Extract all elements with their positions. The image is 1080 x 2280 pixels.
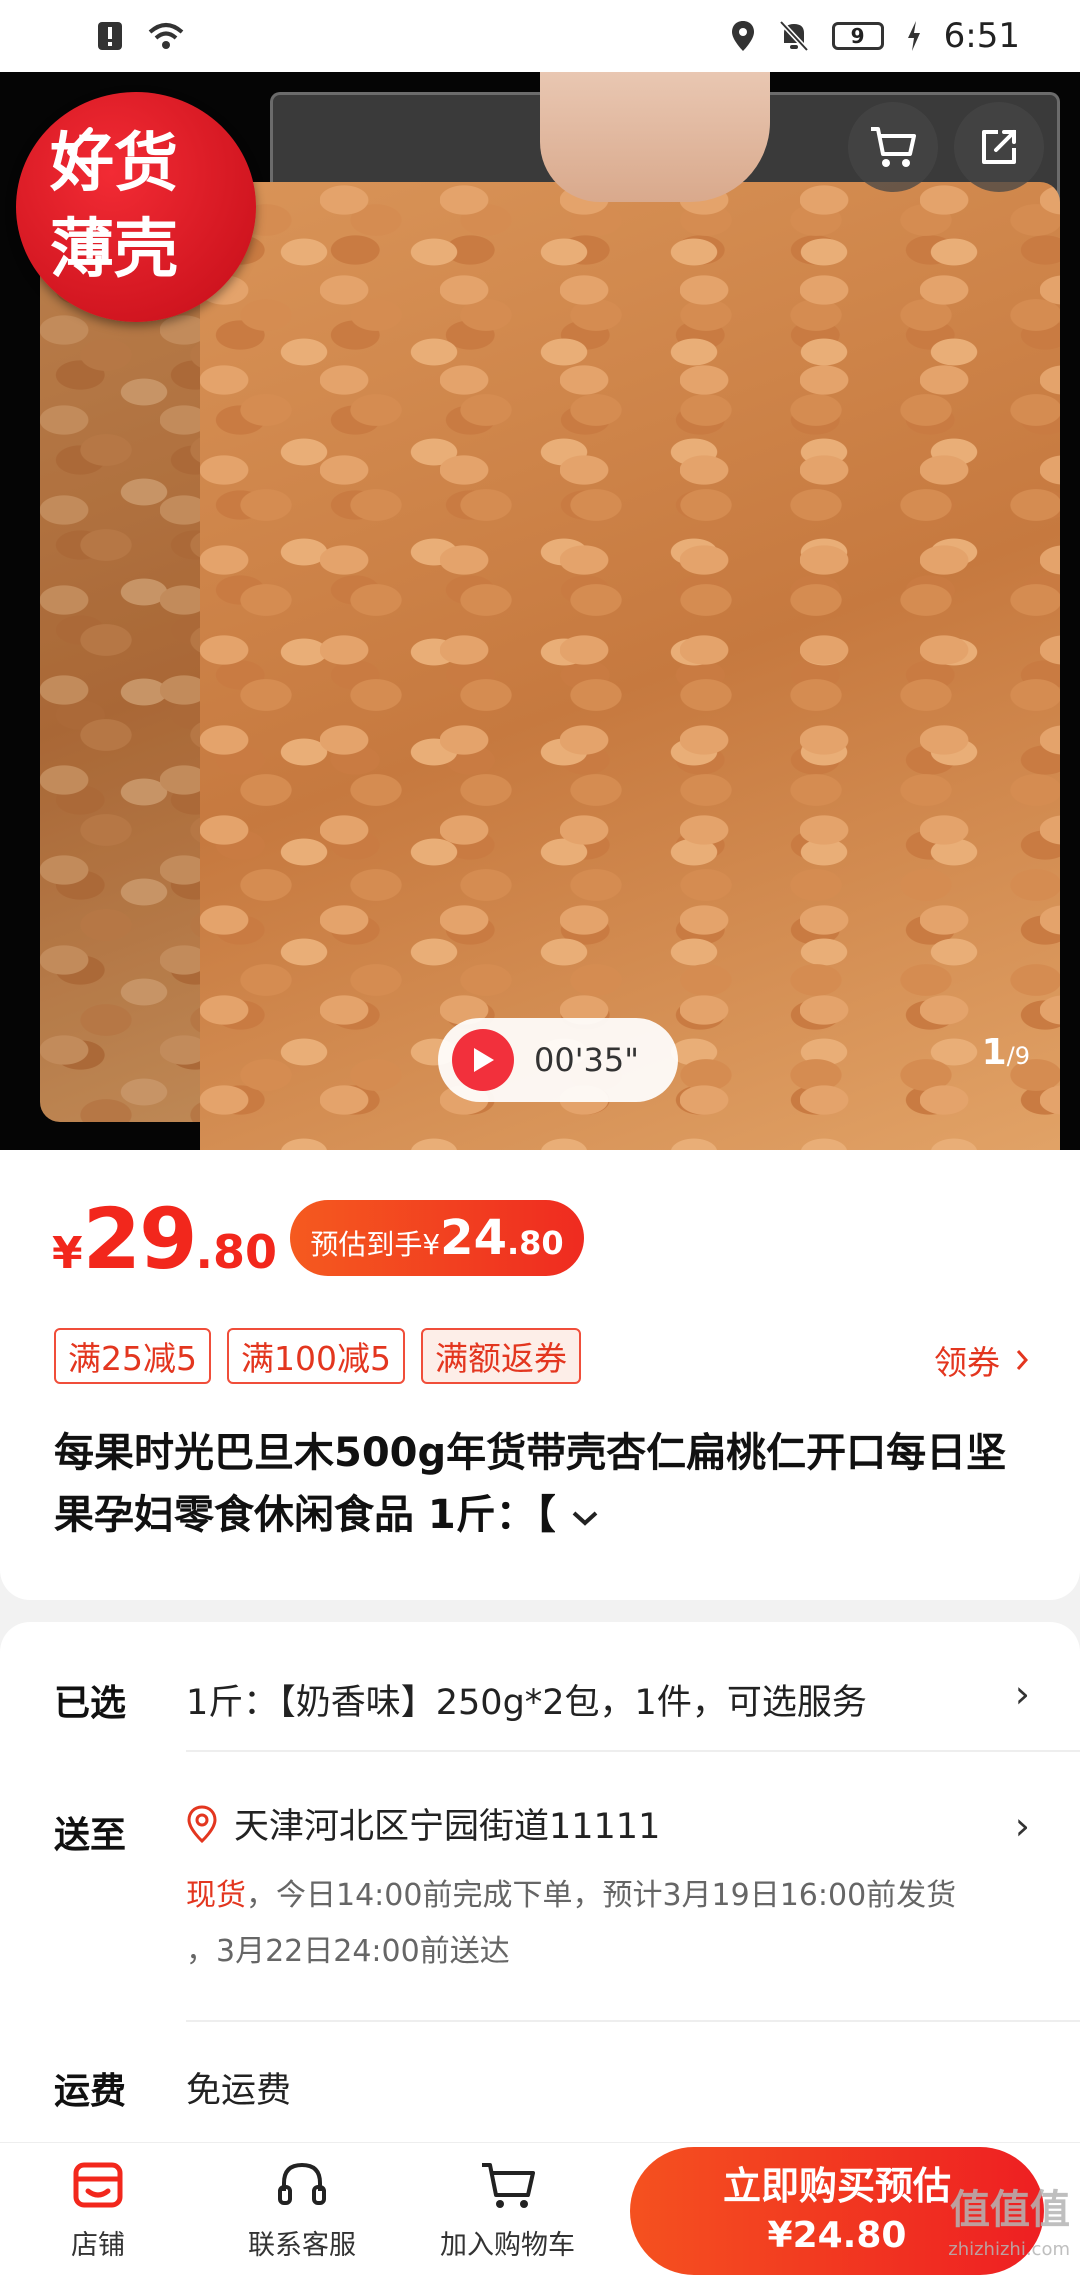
chevron-right-icon: › [1014, 1804, 1030, 1848]
freight-value: 免运费 [186, 2071, 292, 2111]
status-right: 9 6:51 [730, 16, 1020, 56]
stock-status: 现货 [186, 1878, 246, 1913]
watermark-sub: zhizhizhi.com [948, 2239, 1070, 2260]
coupon-tag[interactable]: 满25减5 [54, 1328, 211, 1384]
spec-card: 已选 1斤：【奶香味】250g*2包，1件，可选服务 › 送至 天津河北区宁园街… [0, 1622, 1080, 2142]
get-coupon-label: 领券 [934, 1343, 1000, 1382]
ship-detail-1: ，今日14:00前完成下单，预计3月19日16:00前发货 [246, 1878, 957, 1913]
selected-value: 1斤：【奶香味】250g*2包，1件，可选服务 [186, 1683, 867, 1723]
image-pager: 1/9 [982, 1032, 1030, 1073]
ship-label: 送至 [54, 1815, 127, 1856]
charging-icon [906, 21, 922, 51]
cart-icon [871, 127, 916, 167]
clock: 6:51 [943, 16, 1020, 56]
estimate-decimal: .80 [506, 1224, 564, 1262]
status-bar: 9 6:51 [0, 0, 1080, 72]
cart-label: 加入购物车 [440, 2230, 575, 2261]
almond-bag-front [200, 182, 1060, 1150]
store-button[interactable]: 店铺 [70, 2157, 126, 2262]
estimated-price-pill: 预估到手 ¥ 24 .80 [290, 1200, 584, 1276]
headset-icon [278, 2162, 326, 2205]
address: 天津河北区宁园街道11111 [186, 1798, 660, 1849]
wifi-icon [146, 20, 186, 52]
cart-button[interactable] [848, 102, 938, 192]
chevron-right-icon [1016, 1350, 1028, 1370]
product-title: 每果时光巴旦木500g年货带壳杏仁扁桃仁开口每日坚果孕妇零食休闲食品 1斤：【 [54, 1422, 1034, 1546]
price: ¥ 29 .80 [52, 1190, 277, 1288]
watermark: 值值值 zhizhizhi.com [948, 2190, 1070, 2270]
add-to-cart-button[interactable]: 加入购物车 [440, 2157, 575, 2262]
price-card: ¥ 29 .80 预估到手 ¥ 24 .80 满25减5 满100减5 满额返券… [0, 1150, 1080, 1600]
estimate-integer: 24 [440, 1210, 507, 1266]
selected-label: 已选 [54, 1683, 127, 1724]
price-integer: 29 [82, 1190, 198, 1288]
share-button[interactable] [954, 102, 1044, 192]
divider [186, 1750, 1080, 1752]
coupon-tag[interactable]: 满100减5 [227, 1328, 405, 1384]
video-duration: 00'35" [534, 1041, 639, 1079]
service-label: 联系客服 [248, 2230, 356, 2261]
customer-service-button[interactable]: 联系客服 [248, 2157, 356, 2262]
estimate-symbol: ¥ [422, 1228, 441, 1261]
store-icon [73, 2162, 123, 2208]
coupon-tag[interactable]: 满额返券 [420, 1328, 581, 1384]
status-left [96, 20, 186, 52]
watermark-text: 值值值 [950, 2187, 1070, 2233]
location-icon [730, 19, 756, 53]
address-text: 天津河北区宁园街道11111 [234, 1807, 661, 1847]
product-title-text: 每果时光巴旦木500g年货带壳杏仁扁桃仁开口每日坚果孕妇零食休闲食品 1斤：【 [54, 1430, 1007, 1538]
badge-line-2: 薄壳 [50, 213, 178, 287]
buy-price: ¥24.80 [767, 2215, 907, 2256]
divider [186, 2020, 1080, 2022]
alert-icon [96, 20, 124, 52]
play-icon [452, 1029, 514, 1091]
chevron-down-icon[interactable] [570, 1508, 600, 1528]
coupon-list: 满25减5 满100减5 满额返券 [54, 1328, 581, 1384]
location-pin-icon [187, 1804, 217, 1843]
price-symbol: ¥ [52, 1228, 83, 1279]
price-decimal: .80 [195, 1225, 278, 1279]
back-arrow-icon [67, 127, 93, 177]
estimate-label: 预估到手 [310, 1228, 423, 1261]
pager-current: 1 [981, 1032, 1007, 1073]
mute-icon [778, 19, 810, 53]
store-label: 店铺 [71, 2230, 125, 2261]
buy-label: 立即购买预估 [722, 2164, 951, 2208]
get-coupon-button[interactable]: 领券 [934, 1336, 1028, 1384]
cart-icon [481, 2163, 535, 2208]
pager-total: /9 [1006, 1042, 1030, 1070]
shipping-info: 现货，今日14:00前完成下单，预计3月19日16:00前发货 ，3月22日24… [186, 1868, 1006, 1980]
battery-icon: 9 [831, 22, 884, 50]
chevron-right-icon: › [1014, 1672, 1030, 1716]
share-icon [982, 130, 1016, 164]
freight-label: 运费 [54, 2071, 127, 2112]
back-button[interactable] [40, 112, 120, 192]
hand-image [540, 72, 770, 202]
product-image-carousel[interactable]: 好货 薄壳 00'35" 1/9 [0, 72, 1080, 1150]
bottom-action-bar: 店铺 联系客服 加入购物车 立即购买预估 ¥24.80 [0, 2142, 1080, 2280]
ship-detail-2: ，3月22日24:00前送达 [186, 1934, 510, 1969]
video-play-button[interactable]: 00'35" [438, 1018, 678, 1102]
